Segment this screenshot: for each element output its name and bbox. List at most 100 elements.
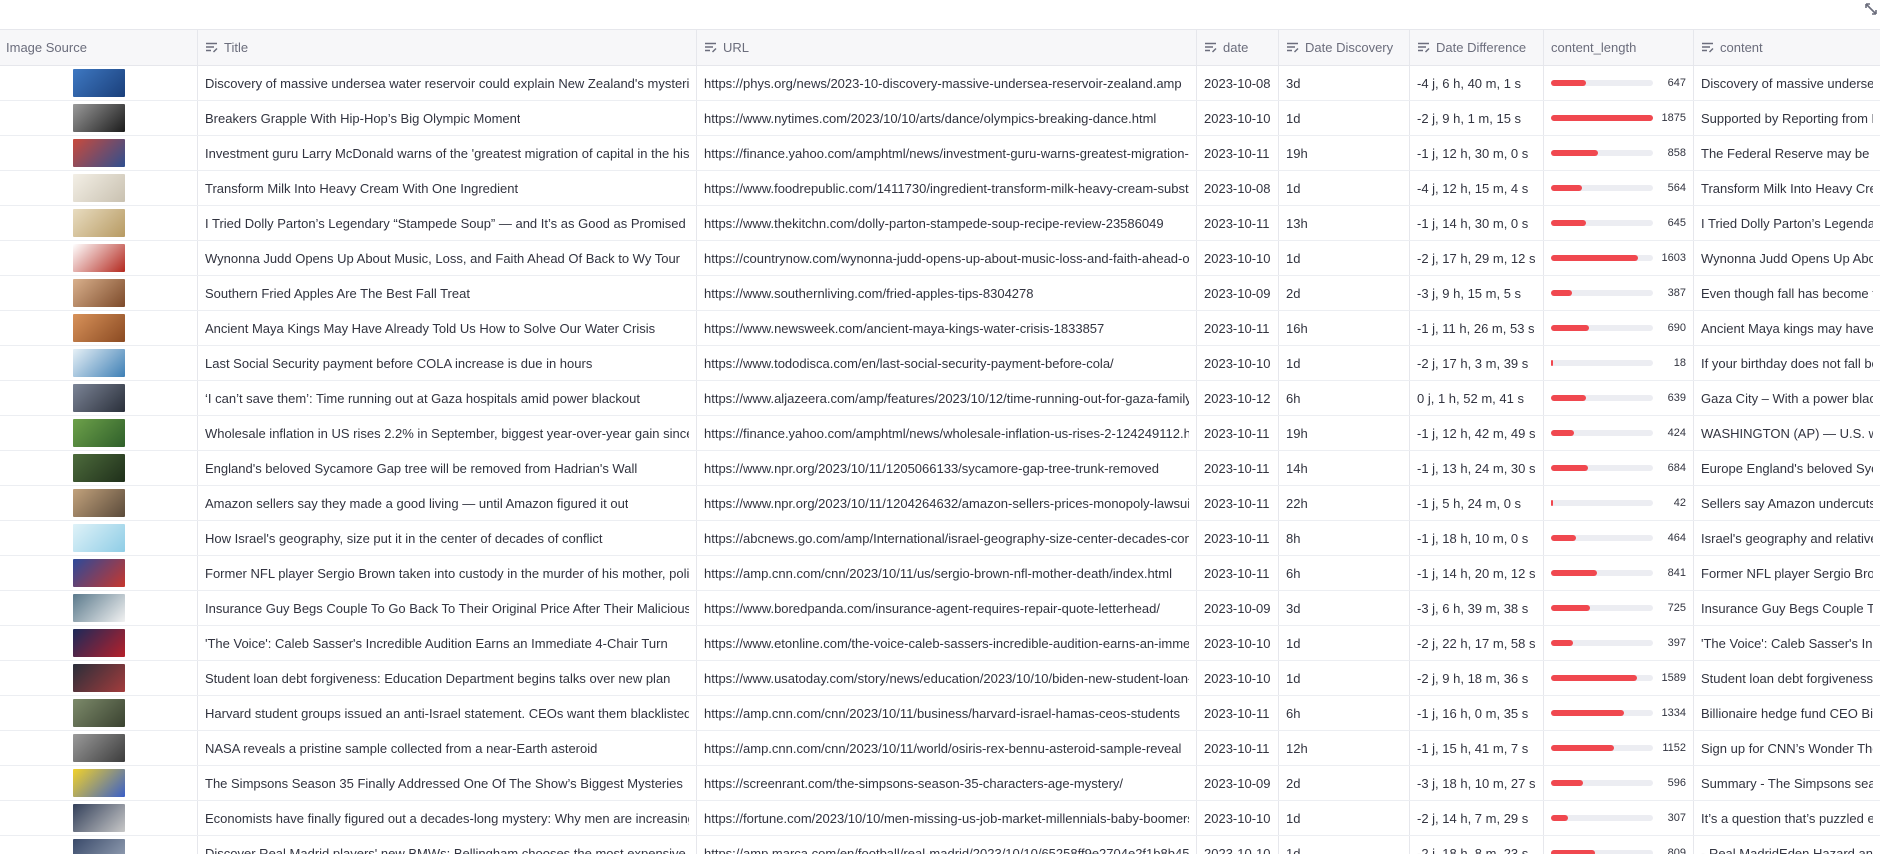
title-cell[interactable]: Student loan debt forgiveness: Education… [198,661,697,695]
content-length-cell[interactable]: 387 [1544,276,1694,310]
column-header-date[interactable]: date [1197,30,1279,65]
disc-cell[interactable]: 1d [1279,801,1410,835]
image-cell[interactable] [0,416,198,450]
disc-cell[interactable]: 12h [1279,731,1410,765]
content-length-cell[interactable]: 596 [1544,766,1694,800]
content-length-cell[interactable]: 18 [1544,346,1694,380]
content-length-cell[interactable]: 464 [1544,521,1694,555]
image-cell[interactable] [0,486,198,520]
table-row[interactable]: Insurance Guy Begs Couple To Go Back To … [0,591,1880,626]
date-cell[interactable]: 2023-10-09 [1197,766,1279,800]
content-cell[interactable]: Supported by Reporting from F [1694,101,1880,135]
date-cell[interactable]: 2023-10-11 [1197,311,1279,345]
title-cell[interactable]: Southern Fried Apples Are The Best Fall … [198,276,697,310]
content-length-cell[interactable]: 1603 [1544,241,1694,275]
content-cell[interactable]: The Federal Reserve may be op [1694,136,1880,170]
date-cell[interactable]: 2023-10-09 [1197,591,1279,625]
expand-button[interactable] [1858,0,1880,22]
table-row[interactable]: Ancient Maya Kings May Have Already Told… [0,311,1880,346]
date-cell[interactable]: 2023-10-10 [1197,101,1279,135]
content-cell[interactable]: Sign up for CNN’s Wonder Theo [1694,731,1880,765]
url-cell[interactable]: https://www.foodrepublic.com/1411730/ing… [697,171,1197,205]
content-cell[interactable]: WASHINGTON (AP) — U.S. whol [1694,416,1880,450]
diff-cell[interactable]: -1 j, 11 h, 26 m, 53 s [1410,311,1544,345]
content-cell[interactable]: Insurance Guy Begs Couple To [1694,591,1880,625]
content-cell[interactable]: Israel's geography and relative [1694,521,1880,555]
title-cell[interactable]: Wynonna Judd Opens Up About Music, Loss,… [198,241,697,275]
date-cell[interactable]: 2023-10-09 [1197,276,1279,310]
table-row[interactable]: Student loan debt forgiveness: Education… [0,661,1880,696]
title-cell[interactable]: ‘I can’t save them’: Time running out at… [198,381,697,415]
diff-cell[interactable]: -1 j, 18 h, 10 m, 0 s [1410,521,1544,555]
title-cell[interactable]: Breakers Grapple With Hip-Hop’s Big Olym… [198,101,697,135]
disc-cell[interactable]: 14h [1279,451,1410,485]
disc-cell[interactable]: 1d [1279,241,1410,275]
diff-cell[interactable]: -1 j, 12 h, 42 m, 49 s [1410,416,1544,450]
url-cell[interactable]: https://amp.cnn.com/cnn/2023/10/11/busin… [697,696,1197,730]
diff-cell[interactable]: -2 j, 18 h, 8 m, 23 s [1410,836,1544,854]
diff-cell[interactable]: -1 j, 13 h, 24 m, 30 s [1410,451,1544,485]
column-header-disc[interactable]: Date Discovery [1279,30,1410,65]
content-cell[interactable]: Billionaire hedge fund CEO Bill [1694,696,1880,730]
image-cell[interactable] [0,136,198,170]
url-cell[interactable]: https://www.thekitchn.com/dolly-parton-s… [697,206,1197,240]
image-cell[interactable] [0,836,198,854]
date-cell[interactable]: 2023-10-11 [1197,556,1279,590]
column-header-title[interactable]: Title [198,30,697,65]
disc-cell[interactable]: 8h [1279,521,1410,555]
diff-cell[interactable]: -1 j, 5 h, 24 m, 0 s [1410,486,1544,520]
table-row[interactable]: Transform Milk Into Heavy Cream With One… [0,171,1880,206]
content-length-cell[interactable]: 1589 [1544,661,1694,695]
disc-cell[interactable]: 1d [1279,836,1410,854]
date-cell[interactable]: 2023-10-11 [1197,486,1279,520]
date-cell[interactable]: 2023-10-08 [1197,171,1279,205]
diff-cell[interactable]: -4 j, 12 h, 15 m, 4 s [1410,171,1544,205]
image-cell[interactable] [0,696,198,730]
disc-cell[interactable]: 6h [1279,556,1410,590]
date-cell[interactable]: 2023-10-10 [1197,801,1279,835]
content-length-cell[interactable]: 1875 [1544,101,1694,135]
content-cell[interactable]: Wynonna Judd Opens Up Abou [1694,241,1880,275]
date-cell[interactable]: 2023-10-11 [1197,416,1279,450]
date-cell[interactable]: 2023-10-10 [1197,836,1279,854]
content-cell[interactable]: 'The Voice': Caleb Sasser's Incr [1694,626,1880,660]
disc-cell[interactable]: 2d [1279,766,1410,800]
content-cell[interactable]: Discovery of massive undersea [1694,66,1880,100]
diff-cell[interactable]: -3 j, 6 h, 39 m, 38 s [1410,591,1544,625]
content-length-cell[interactable]: 645 [1544,206,1694,240]
image-cell[interactable] [0,626,198,660]
content-cell[interactable]: Former NFL player Sergio Brow [1694,556,1880,590]
title-cell[interactable]: England's beloved Sycamore Gap tree will… [198,451,697,485]
image-cell[interactable] [0,241,198,275]
diff-cell[interactable]: -2 j, 22 h, 17 m, 58 s [1410,626,1544,660]
table-row[interactable]: 'The Voice': Caleb Sasser's Incredible A… [0,626,1880,661]
content-length-cell[interactable]: 647 [1544,66,1694,100]
url-cell[interactable]: https://www.npr.org/2023/10/11/120426463… [697,486,1197,520]
column-header-url[interactable]: URL [697,30,1197,65]
date-cell[interactable]: 2023-10-10 [1197,661,1279,695]
diff-cell[interactable]: -4 j, 6 h, 40 m, 1 s [1410,66,1544,100]
table-row[interactable]: Last Social Security payment before COLA… [0,346,1880,381]
title-cell[interactable]: NASA reveals a pristine sample collected… [198,731,697,765]
image-cell[interactable] [0,731,198,765]
disc-cell[interactable]: 3d [1279,591,1410,625]
url-cell[interactable]: https://www.newsweek.com/ancient-maya-ki… [697,311,1197,345]
diff-cell[interactable]: -1 j, 12 h, 30 m, 0 s [1410,136,1544,170]
content-cell[interactable]: Summary - The Simpsons seaso [1694,766,1880,800]
title-cell[interactable]: Wholesale inflation in US rises 2.2% in … [198,416,697,450]
content-length-cell[interactable]: 841 [1544,556,1694,590]
title-cell[interactable]: 'The Voice': Caleb Sasser's Incredible A… [198,626,697,660]
date-cell[interactable]: 2023-10-11 [1197,521,1279,555]
image-cell[interactable] [0,346,198,380]
diff-cell[interactable]: -2 j, 17 h, 29 m, 12 s [1410,241,1544,275]
image-cell[interactable] [0,451,198,485]
disc-cell[interactable]: 16h [1279,311,1410,345]
content-cell[interactable]: Ancient Maya kings may have a [1694,311,1880,345]
diff-cell[interactable]: -1 j, 15 h, 41 m, 7 s [1410,731,1544,765]
disc-cell[interactable]: 6h [1279,696,1410,730]
content-length-cell[interactable]: 564 [1544,171,1694,205]
disc-cell[interactable]: 1d [1279,346,1410,380]
title-cell[interactable]: Discovery of massive undersea water rese… [198,66,697,100]
image-cell[interactable] [0,206,198,240]
table-row[interactable]: Former NFL player Sergio Brown taken int… [0,556,1880,591]
